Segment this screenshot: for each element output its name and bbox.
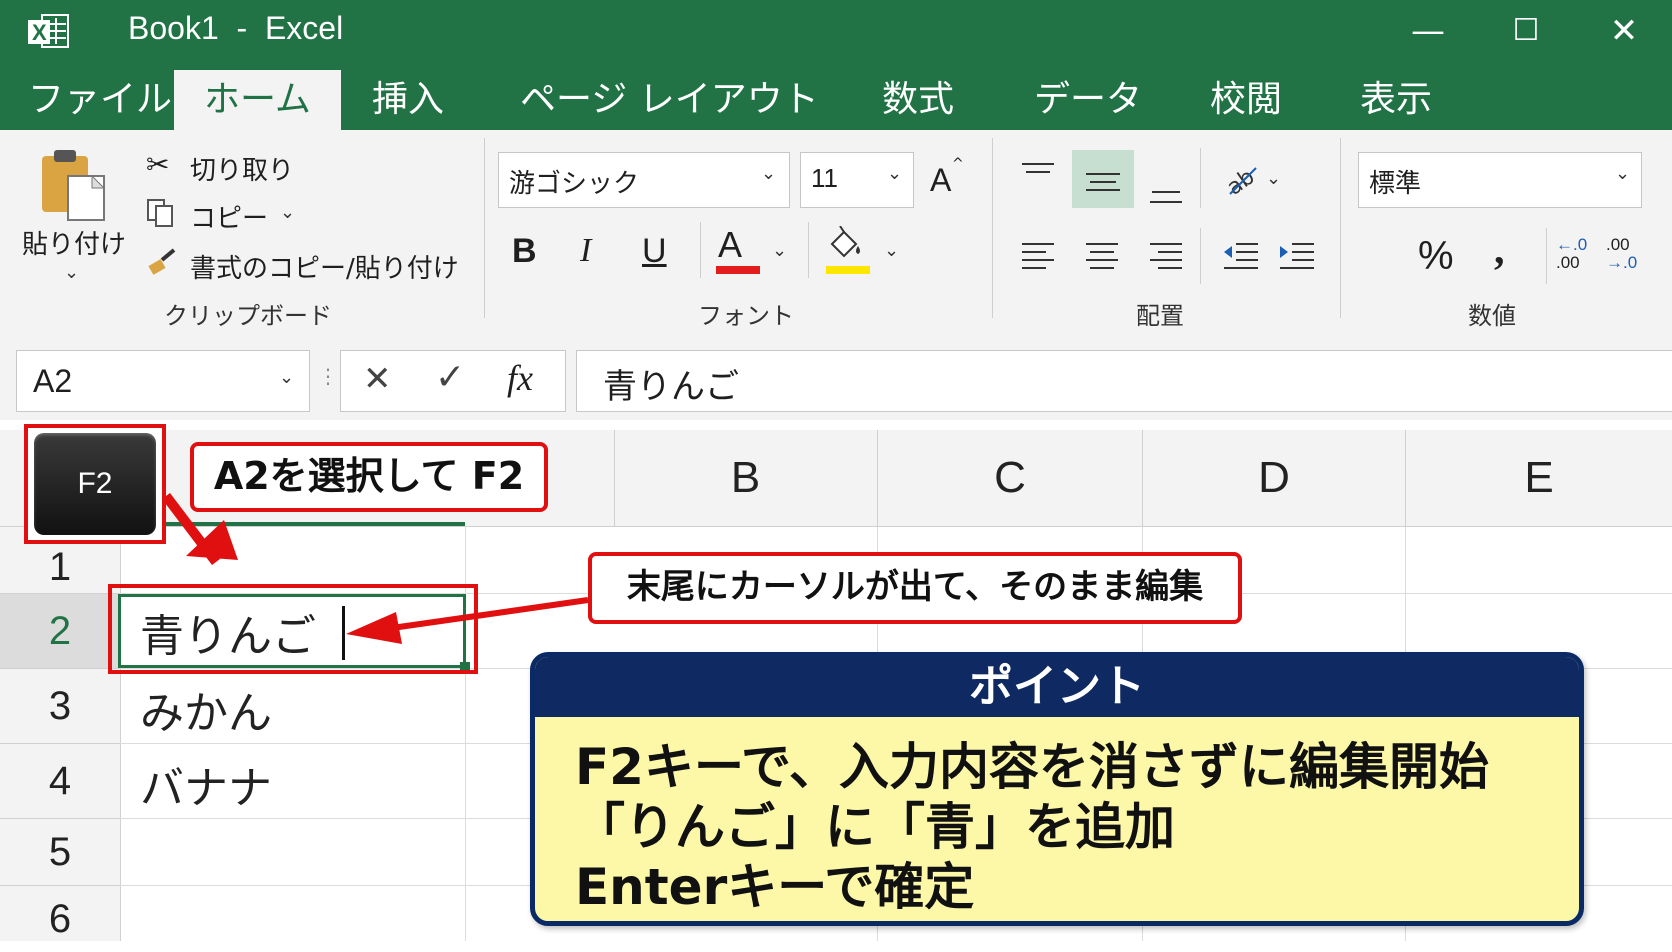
cursor-arrow-line	[391, 597, 589, 631]
point-title: ポイント	[535, 657, 1579, 717]
point-line-3: Enterキーで確定	[575, 858, 975, 916]
point-panel: ポイント F2キーで、入力内容を消さずに編集開始 「りんご」に「青」を追加 En…	[530, 652, 1584, 926]
cursor-arrow-head	[346, 612, 402, 644]
